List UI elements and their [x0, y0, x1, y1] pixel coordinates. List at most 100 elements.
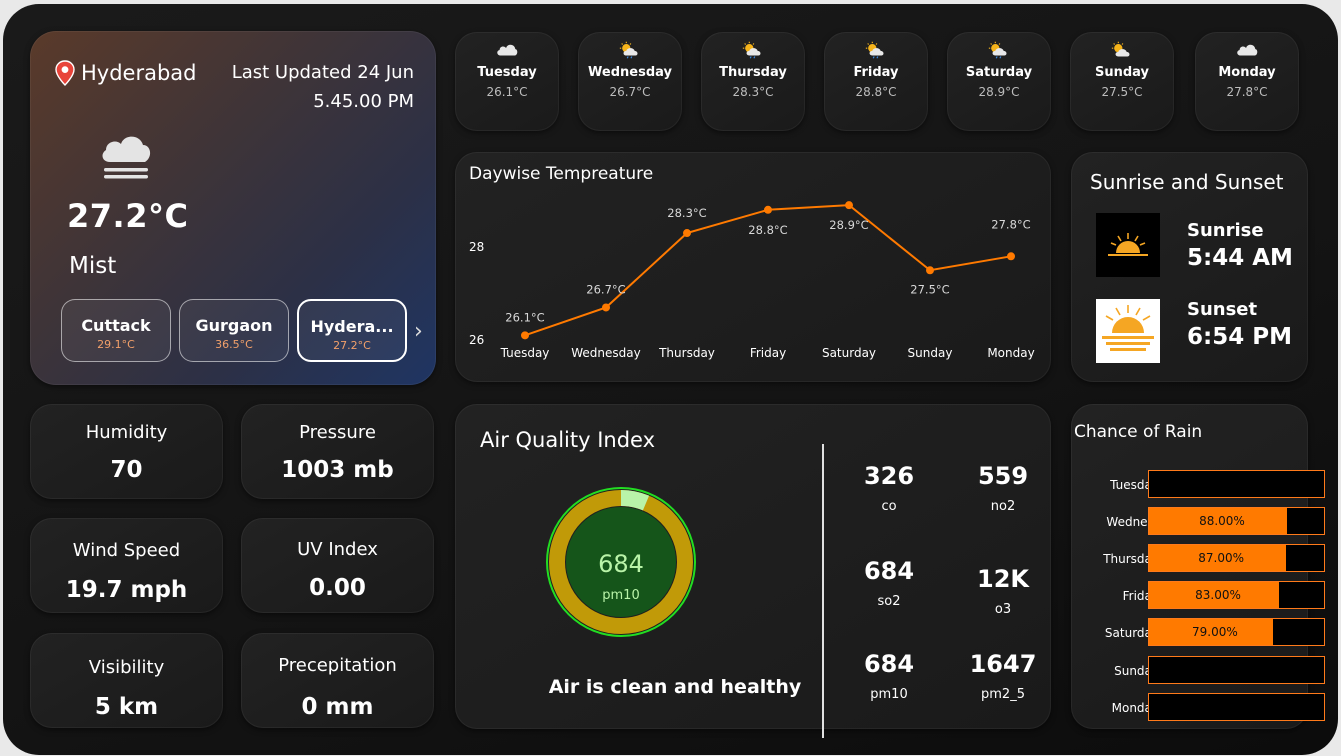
sunset-label: Sunset: [1187, 299, 1258, 320]
city-name: Hyderabad: [81, 61, 197, 85]
data-label: 28.3°C: [667, 206, 706, 220]
stat-label: UV Index: [297, 539, 378, 560]
aqi-gauge-label: pm10: [602, 588, 639, 603]
stat-label: Humidity: [85, 422, 168, 443]
forecast-temp: 28.8°C: [855, 85, 897, 99]
x-tick-label: Wednesday: [571, 346, 640, 360]
sun-rain-icon: [619, 41, 638, 59]
sunrise-icon: [1096, 213, 1160, 277]
forecast-day: Wednesday: [588, 65, 672, 80]
forecast-temp: 27.8°C: [1226, 85, 1268, 99]
forecast-tile-saturday[interactable]: Saturday 28.9°C: [947, 32, 1051, 131]
aqi-divider: [822, 444, 824, 738]
city-button-temp: 27.2°C: [333, 339, 371, 352]
rain-day: Saturday: [1104, 626, 1159, 640]
cloud-icon: [497, 44, 518, 56]
x-tick-label: Friday: [750, 346, 786, 360]
pollutant-o3: 12K o3: [958, 565, 1048, 617]
city-button-hyderabad[interactable]: Hydera... 27.2°C: [297, 299, 407, 362]
forecast-temp: 27.5°C: [1101, 85, 1143, 99]
sun-cloud-icon: [1111, 41, 1130, 57]
pollutant-name: no2: [990, 499, 1016, 514]
forecast-temp: 26.1°C: [486, 85, 528, 99]
rain-bar: 79.00%: [1148, 618, 1325, 646]
stat-label: Precepitation: [278, 655, 397, 676]
rain-row: Wedne... 88.00%: [1071, 507, 1325, 537]
sun-rain-icon: [988, 41, 1007, 59]
sunrise-sunset-card: Sunrise and Sunset Sunrise 5:44 AM Sunse…: [1071, 152, 1308, 382]
rain-bar: 87.00%: [1148, 544, 1325, 572]
current-condition: Mist: [69, 253, 117, 279]
pollutant-name: o3: [994, 602, 1012, 617]
rain-pct-label: 88.00%: [1199, 514, 1245, 528]
rain-row: Friday 83.00%: [1071, 581, 1325, 611]
city-button-temp: 36.5°C: [215, 338, 253, 351]
pressure-card: Pressure 1003 mb: [241, 404, 434, 499]
y-tick-label: 28: [469, 240, 484, 254]
cloud-icon: [1237, 44, 1258, 56]
data-point: [926, 266, 934, 275]
x-tick-label: Saturday: [822, 346, 876, 360]
cloud-mist-icon: [102, 136, 151, 179]
stat-value: 70: [110, 457, 143, 483]
pollutant-pm2-5: 1647 pm2_5: [958, 650, 1048, 702]
forecast-tile-tuesday[interactable]: Tuesday 26.1°C: [455, 32, 559, 131]
rain-day: Wedne...: [1106, 515, 1159, 529]
city-button-temp: 29.1°C: [97, 338, 135, 351]
data-label: 26.7°C: [586, 282, 625, 296]
rain-bar: [1148, 656, 1325, 684]
data-point: [764, 205, 772, 214]
location: Hyderabad: [55, 60, 197, 86]
sunrise-label: Sunrise: [1187, 220, 1264, 241]
stat-label: Pressure: [299, 422, 376, 443]
precipitation-card: Precepitation 0 mm: [241, 633, 434, 728]
forecast-temp: 28.9°C: [978, 85, 1020, 99]
forecast-tile-wednesday[interactable]: Wednesday 26.7°C: [578, 32, 682, 131]
data-point: [602, 303, 610, 312]
rain-row: Sunday: [1071, 656, 1325, 686]
data-label: 27.5°C: [910, 282, 949, 296]
data-label: 28.9°C: [829, 218, 868, 232]
forecast-tile-thursday[interactable]: Thursday 28.3°C: [701, 32, 805, 131]
city-button-name: Cuttack: [81, 316, 151, 335]
data-point: [845, 201, 853, 210]
data-label: 28.8°C: [748, 223, 787, 237]
forecast-tile-monday[interactable]: Monday 27.8°C: [1195, 32, 1299, 131]
x-tick-label: Monday: [987, 346, 1034, 360]
rain-day: Monday: [1111, 701, 1159, 715]
chevron-right-icon[interactable]: ›: [414, 319, 423, 344]
data-label: 26.1°C: [505, 310, 544, 324]
dashboard-frame: Hyderabad Last Updated 24 Jun 5.45.00 PM…: [3, 4, 1338, 755]
current-weather-card: Hyderabad Last Updated 24 Jun 5.45.00 PM…: [30, 31, 436, 385]
rain-pct-label: 79.00%: [1192, 625, 1238, 639]
visibility-card: Visibility 5 km: [30, 633, 223, 728]
forecast-temp: 28.3°C: [732, 85, 774, 99]
city-button-gurgaon[interactable]: Gurgaon 36.5°C: [179, 299, 289, 362]
rain-bar: [1148, 470, 1325, 498]
pollutant-so2: 684 so2: [844, 557, 934, 609]
rain-pct-label: 83.00%: [1195, 588, 1241, 602]
rain-row: Monday: [1071, 693, 1325, 723]
rain-pct-label: 87.00%: [1198, 551, 1245, 565]
chance-of-rain-card: Chance of Rain Tuesday Wedne... 88.00% Thur…: [1071, 404, 1325, 729]
rain-day: Thursday: [1103, 552, 1159, 566]
rain-row: Tuesday: [1071, 470, 1325, 500]
forecast-day: Tuesday: [477, 65, 537, 80]
pollutant-no2: 559 no2: [958, 462, 1048, 514]
humidity-card: Humidity 70: [30, 404, 223, 499]
rain-bar: 83.00%: [1148, 581, 1325, 609]
forecast-tile-sunday[interactable]: Sunday 27.5°C: [1070, 32, 1174, 131]
sunset-time: 6:54 PM: [1187, 324, 1292, 350]
sun-rain-icon: [865, 41, 884, 59]
y-tick-label: 26: [469, 333, 484, 347]
stat-value: 0 mm: [301, 694, 374, 720]
stat-label: Wind Speed: [72, 540, 181, 561]
last-updated-time: 5.45.00 PM: [313, 91, 414, 112]
forecast-tile-friday[interactable]: Friday 28.8°C: [824, 32, 928, 131]
rain-bar: 88.00%: [1148, 507, 1325, 535]
sunset-icon: [1096, 299, 1160, 363]
pollutant-co: 326 co: [844, 462, 934, 514]
stat-value: 19.7 mph: [65, 577, 188, 603]
city-button-cuttack[interactable]: Cuttack 29.1°C: [61, 299, 171, 362]
last-updated: Last Updated 24 Jun 5.45.00 PM: [232, 58, 414, 116]
